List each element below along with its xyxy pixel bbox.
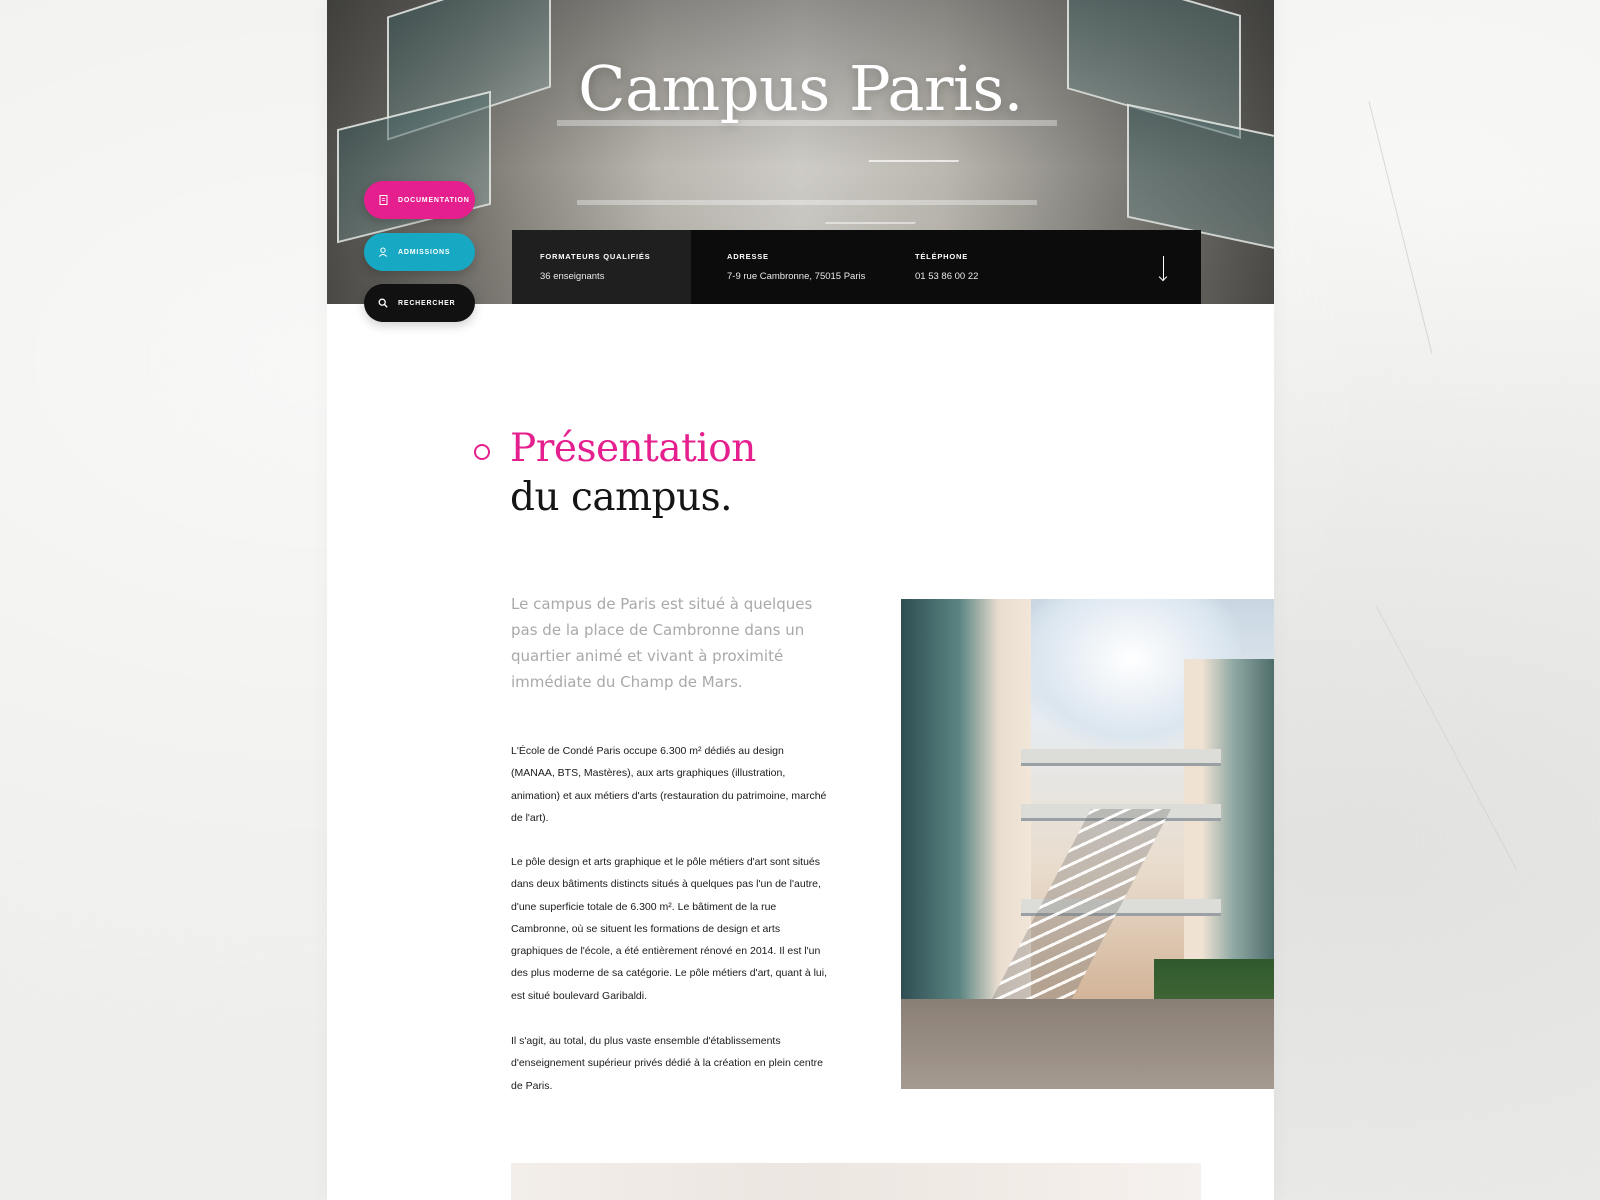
documentation-label: DOCUMENTATION (398, 196, 470, 204)
section-title-rest: du campus. (510, 475, 733, 520)
search-label: RECHERCHER (398, 299, 456, 307)
info-value: 7-9 rue Cambronne, 75015 Paris (727, 271, 866, 282)
hero-walkway (577, 200, 1037, 205)
info-value[interactable]: 01 53 86 00 22 (915, 271, 1083, 282)
page-title: Campus Paris. (578, 52, 1023, 125)
section-bullet-icon (474, 444, 490, 460)
campus-info-bar: FORMATEURS QUALIFIÉS 36 enseignants ADRE… (512, 230, 1201, 304)
next-section-image (511, 1163, 1201, 1200)
background-texture-crack (1368, 86, 1491, 354)
section-title-accent: Présentation (510, 426, 756, 471)
info-label: ADRESSE (727, 252, 769, 261)
search-icon (378, 298, 388, 308)
hero-window (1127, 103, 1274, 251)
info-phone: TÉLÉPHONE 01 53 86 00 22 (883, 230, 1083, 304)
search-button[interactable]: RECHERCHER (364, 284, 475, 322)
hero-staircase (824, 160, 960, 224)
campus-building-photo (901, 599, 1274, 1089)
admissions-label: ADMISSIONS (398, 248, 451, 256)
info-address: ADRESSE 7-9 rue Cambronne, 75015 Paris (691, 230, 883, 304)
documentation-button[interactable]: DOCUMENTATION (364, 181, 475, 219)
background-texture-crack (1375, 549, 1600, 871)
section-paragraph: L'École de Condé Paris occupe 6.300 m² d… (511, 745, 827, 824)
document-icon (378, 195, 388, 205)
user-icon (378, 247, 388, 257)
section-paragraph: Il s'agit, au total, du plus vaste ensem… (511, 1035, 823, 1092)
admissions-button[interactable]: ADMISSIONS (364, 233, 475, 271)
section-lead: Le campus de Paris est situé à quelques … (511, 595, 813, 691)
info-label: TÉLÉPHONE (915, 252, 969, 261)
campus-page: Campus Paris. DOCUMENTATION ADMISSIONS R… (327, 0, 1274, 1200)
section-title: Présentation du campus. (510, 424, 756, 522)
section-paragraph: Le pôle design et arts graphique et le p… (511, 856, 828, 1002)
info-label: FORMATEURS QUALIFIÉS (540, 252, 651, 261)
info-trainers: FORMATEURS QUALIFIÉS 36 enseignants (512, 230, 691, 304)
info-value: 36 enseignants (540, 271, 605, 282)
scroll-down-button[interactable] (1127, 230, 1201, 304)
